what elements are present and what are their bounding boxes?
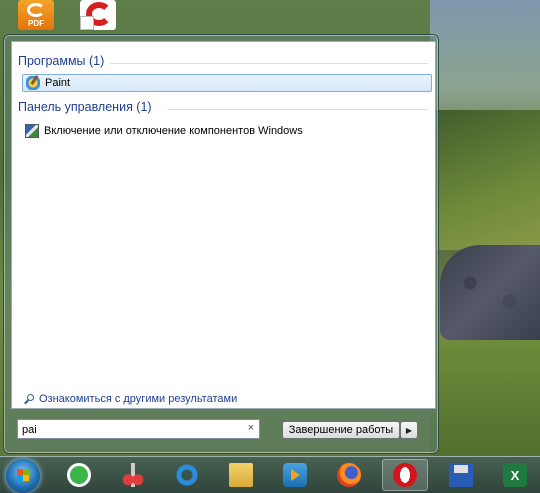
red-app-shortcut-icon[interactable] [80, 0, 116, 30]
wallpaper-grass [430, 340, 540, 460]
taskbar-opera[interactable] [382, 459, 428, 491]
control-panel-icon [25, 124, 39, 138]
taskbar-excel[interactable]: X [492, 459, 538, 491]
search-input[interactable] [18, 421, 232, 439]
result-item-paint[interactable]: Paint [22, 74, 432, 92]
group-divider [110, 63, 428, 64]
shutdown-button[interactable]: Завершение работы [282, 421, 400, 439]
taskbar-media-player[interactable] [272, 459, 318, 491]
scissors-icon [121, 463, 145, 487]
taskbar-snipping-tool[interactable] [110, 459, 156, 491]
search-icon [24, 393, 35, 405]
see-more-results-label: Ознакомиться с другими результатами [39, 393, 238, 405]
see-more-results-link[interactable]: Ознакомиться с другими результатами [24, 393, 237, 405]
shutdown-options-arrow-icon[interactable]: ▶ [400, 421, 418, 439]
taskbar-firefox[interactable] [326, 459, 372, 491]
taskbar: X [0, 456, 540, 493]
result-item-label: Включение или отключение компонентов Win… [44, 125, 303, 137]
taskbar-green-app[interactable] [56, 459, 102, 491]
result-item-label: Paint [45, 77, 71, 89]
taskbar-save-app[interactable] [438, 459, 484, 491]
start-button[interactable] [6, 459, 40, 493]
save-floppy-icon [449, 463, 473, 487]
excel-icon: X [503, 463, 527, 487]
group-divider [167, 109, 428, 110]
start-menu: Программы (1) Paint Панель управления (1… [3, 34, 439, 454]
start-search-box[interactable]: × [17, 419, 260, 439]
pdf-icon-label: PDF [28, 19, 44, 28]
green-app-icon [67, 463, 91, 487]
opera-icon [393, 463, 417, 487]
wallpaper-stone-wall [440, 245, 540, 340]
shortcut-arrow-icon [80, 16, 94, 30]
taskbar-internet-explorer[interactable] [164, 459, 210, 491]
paint-icon [26, 76, 40, 90]
internet-explorer-icon [175, 463, 199, 487]
pdf-app-icon[interactable]: PDF [18, 0, 54, 30]
firefox-icon [337, 463, 361, 487]
result-item-windows-features[interactable]: Включение или отключение компонентов Win… [22, 122, 432, 140]
search-results-pane: Программы (1) Paint Панель управления (1… [11, 41, 436, 409]
taskbar-file-explorer[interactable] [218, 459, 264, 491]
media-player-icon [283, 463, 307, 487]
clear-search-icon[interactable]: × [248, 422, 254, 434]
wallpaper-hill [430, 110, 540, 250]
windows-logo-icon [17, 469, 29, 481]
group-title-control-panel: Панель управления (1) [18, 100, 152, 114]
group-title-programs: Программы (1) [18, 54, 105, 68]
file-explorer-icon [229, 463, 253, 487]
